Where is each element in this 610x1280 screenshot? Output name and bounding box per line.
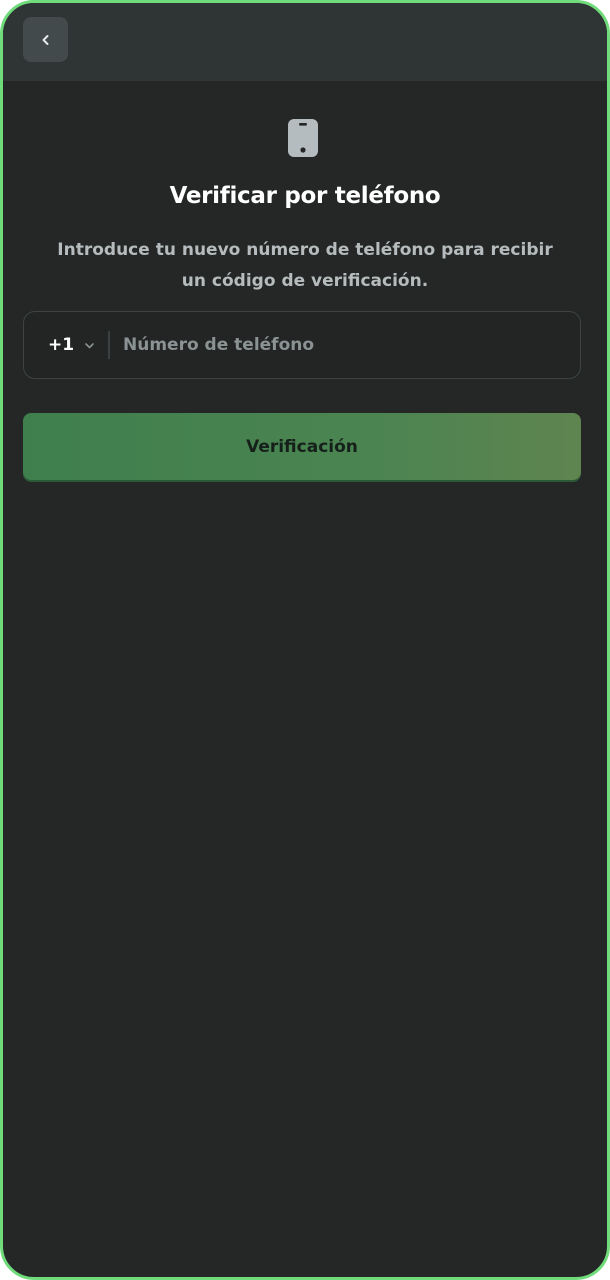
country-code-selector[interactable]: +1 [24, 312, 108, 378]
app-frame: Verificar por teléfono Introduce tu nuev… [0, 0, 610, 1280]
top-bar [3, 3, 607, 81]
chevron-down-icon [85, 342, 94, 348]
phone-icon [288, 119, 318, 157]
country-code: +1 [48, 335, 75, 355]
page-subtitle: Introduce tu nuevo número de teléfono pa… [57, 240, 553, 291]
back-button[interactable] [23, 17, 68, 62]
phone-field: +1 [23, 311, 581, 379]
phone-number-input[interactable] [110, 312, 580, 378]
verify-button[interactable]: Verificación [23, 413, 581, 480]
page-title: Verificar por teléfono [169, 183, 441, 209]
chevron-left-icon [42, 34, 48, 45]
